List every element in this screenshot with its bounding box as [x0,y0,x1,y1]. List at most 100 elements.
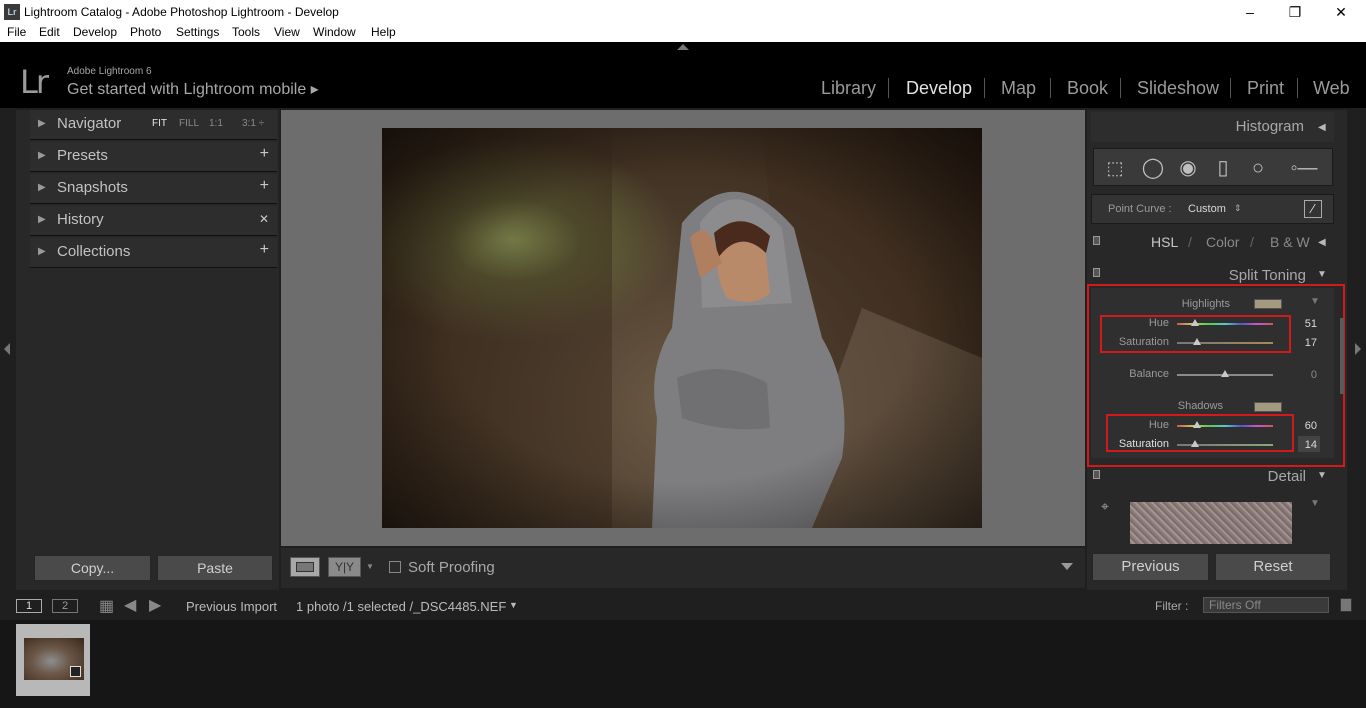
module-separator [1230,78,1231,98]
minimize-button[interactable]: – [1235,2,1265,22]
soft-proofing-checkbox[interactable] [389,561,401,573]
zoom-1-1[interactable]: 1:1 [209,118,223,129]
secondary-window-button[interactable]: 2 [52,599,78,613]
menu-settings[interactable]: Settings [176,25,219,39]
menu-develop[interactable]: Develop [73,25,117,39]
target-crosshair-icon[interactable]: ⌖ [1101,498,1109,515]
module-slideshow[interactable]: Slideshow [1137,78,1219,99]
collapse-triangle-icon[interactable]: ◀ [1318,237,1326,248]
menu-view[interactable]: View [274,25,300,39]
spot-removal-icon[interactable]: ◯ [1141,156,1165,180]
module-book[interactable]: Book [1067,78,1108,99]
copy-settings-button[interactable]: Copy... [34,555,151,581]
presets-header[interactable]: ▶ Presets + [30,142,277,172]
adjustment-brush-icon[interactable]: ◦— [1286,156,1322,180]
history-header[interactable]: ▶ History ✕ [30,206,277,236]
presets-label: Presets [57,147,108,164]
collapse-right-panel-icon[interactable] [1355,343,1361,355]
before-after-button[interactable]: Y|Y [328,557,361,577]
menu-tools[interactable]: Tools [232,25,260,39]
loupe-icon [296,562,314,572]
lightroom-app-icon: Lr [4,4,20,20]
zoom-fill[interactable]: FILL [179,118,199,129]
add-preset-icon[interactable]: + [260,145,269,163]
add-snapshot-icon[interactable]: + [260,177,269,195]
grid-view-icon[interactable]: ▦ [99,596,114,616]
collapse-top-panel-icon[interactable] [677,44,689,50]
collections-header[interactable]: ▶ Collections + [30,238,277,268]
highlights-highlight-box [1100,315,1291,353]
photo-preview[interactable] [382,128,982,528]
menu-window[interactable]: Window [313,25,356,39]
paste-settings-button[interactable]: Paste [157,555,273,581]
collapse-left-panel-icon[interactable] [4,343,10,355]
forward-arrow-icon[interactable]: ▶ [149,595,161,615]
collections-label: Collections [57,243,131,260]
menu-bar: File Edit Develop Photo Settings Tools V… [0,24,1366,42]
panel-options-icon[interactable]: ▼ [1310,498,1320,509]
split-toning-label: Split Toning [1228,267,1306,284]
filter-lock-icon[interactable] [1340,598,1352,612]
filmstrip-thumbnail-cell[interactable] [16,624,90,696]
navigator-header[interactable]: ▶ Navigator FIT FILL 1:1 3:1 ÷ [30,110,277,140]
title-bar: Lr Lightroom Catalog - Adobe Photoshop L… [0,0,1366,24]
hsl-tab[interactable]: HSL [1151,234,1178,250]
detail-preview-thumbnail [1130,502,1292,544]
module-separator [1050,78,1051,98]
module-web[interactable]: Web [1313,78,1350,99]
module-library[interactable]: Library [821,78,876,99]
collapse-triangle-icon[interactable]: ◀ [1318,122,1326,133]
back-arrow-icon[interactable]: ◀ [124,595,136,615]
hsl-toggle-switch[interactable] [1093,236,1100,245]
expand-triangle-icon[interactable]: ▼ [1317,470,1327,481]
filter-select[interactable]: Filters Off [1203,597,1329,613]
restore-button[interactable]: ❐ [1280,2,1310,22]
main-window-button[interactable]: 1 [16,599,42,613]
info-dropdown-icon[interactable]: ▼ [509,600,518,610]
module-separator [1297,78,1298,98]
mobile-promo-link[interactable]: Get started with Lightroom mobile ▸ [67,79,319,99]
expand-triangle-icon: ▶ [38,118,46,129]
menu-edit[interactable]: Edit [39,25,60,39]
detail-toggle-switch[interactable] [1093,470,1100,479]
clear-history-icon[interactable]: ✕ [259,212,269,226]
portrait-photo [382,128,982,528]
product-name: Adobe Lightroom 6 [67,66,152,77]
radial-filter-icon[interactable]: ○ [1246,156,1270,180]
expand-triangle-icon: ▶ [38,246,46,257]
module-map[interactable]: Map [1001,78,1036,99]
filmstrip [0,620,1366,708]
crop-overlay-icon[interactable]: ⬚ [1103,156,1127,180]
zoom-fit[interactable]: FIT [152,118,167,129]
module-develop[interactable]: Develop [906,78,972,99]
toolbar-options-icon[interactable] [1061,563,1073,570]
histogram-label: Histogram [1235,118,1304,135]
previous-button[interactable]: Previous [1092,553,1209,581]
module-separator [984,78,985,98]
before-after-dropdown-icon[interactable]: ▼ [366,562,374,571]
red-eye-icon[interactable]: ◉ [1176,156,1200,180]
menu-photo[interactable]: Photo [130,25,161,39]
bw-tab[interactable]: B & W [1270,234,1310,250]
reset-button[interactable]: Reset [1215,553,1331,581]
expand-triangle-icon[interactable]: ▼ [1317,269,1327,280]
add-collection-icon[interactable]: + [260,241,269,259]
source-label[interactable]: Previous Import [186,599,277,614]
snapshots-label: Snapshots [57,179,128,196]
history-label: History [57,211,104,228]
menu-file[interactable]: File [7,25,26,39]
color-tab[interactable]: Color [1206,234,1239,250]
graduated-filter-icon[interactable]: ▯ [1211,156,1235,180]
close-button[interactable]: ✕ [1326,2,1356,22]
expand-triangle-icon: ▶ [38,214,46,225]
selection-info[interactable]: 1 photo /1 selected /_DSC4485.NEF [296,599,506,614]
module-print[interactable]: Print [1247,78,1284,99]
menu-help[interactable]: Help [371,25,396,39]
edit-curve-icon[interactable]: ⁄ [1304,200,1322,218]
point-curve-select[interactable]: Custom [1188,203,1226,215]
right-panel-scrollbar[interactable] [1340,318,1344,394]
zoom-3-1[interactable]: 3:1 ÷ [242,118,264,129]
split-toning-toggle-switch[interactable] [1093,268,1100,277]
snapshots-header[interactable]: ▶ Snapshots + [30,174,277,204]
loupe-view-button[interactable] [290,557,320,577]
